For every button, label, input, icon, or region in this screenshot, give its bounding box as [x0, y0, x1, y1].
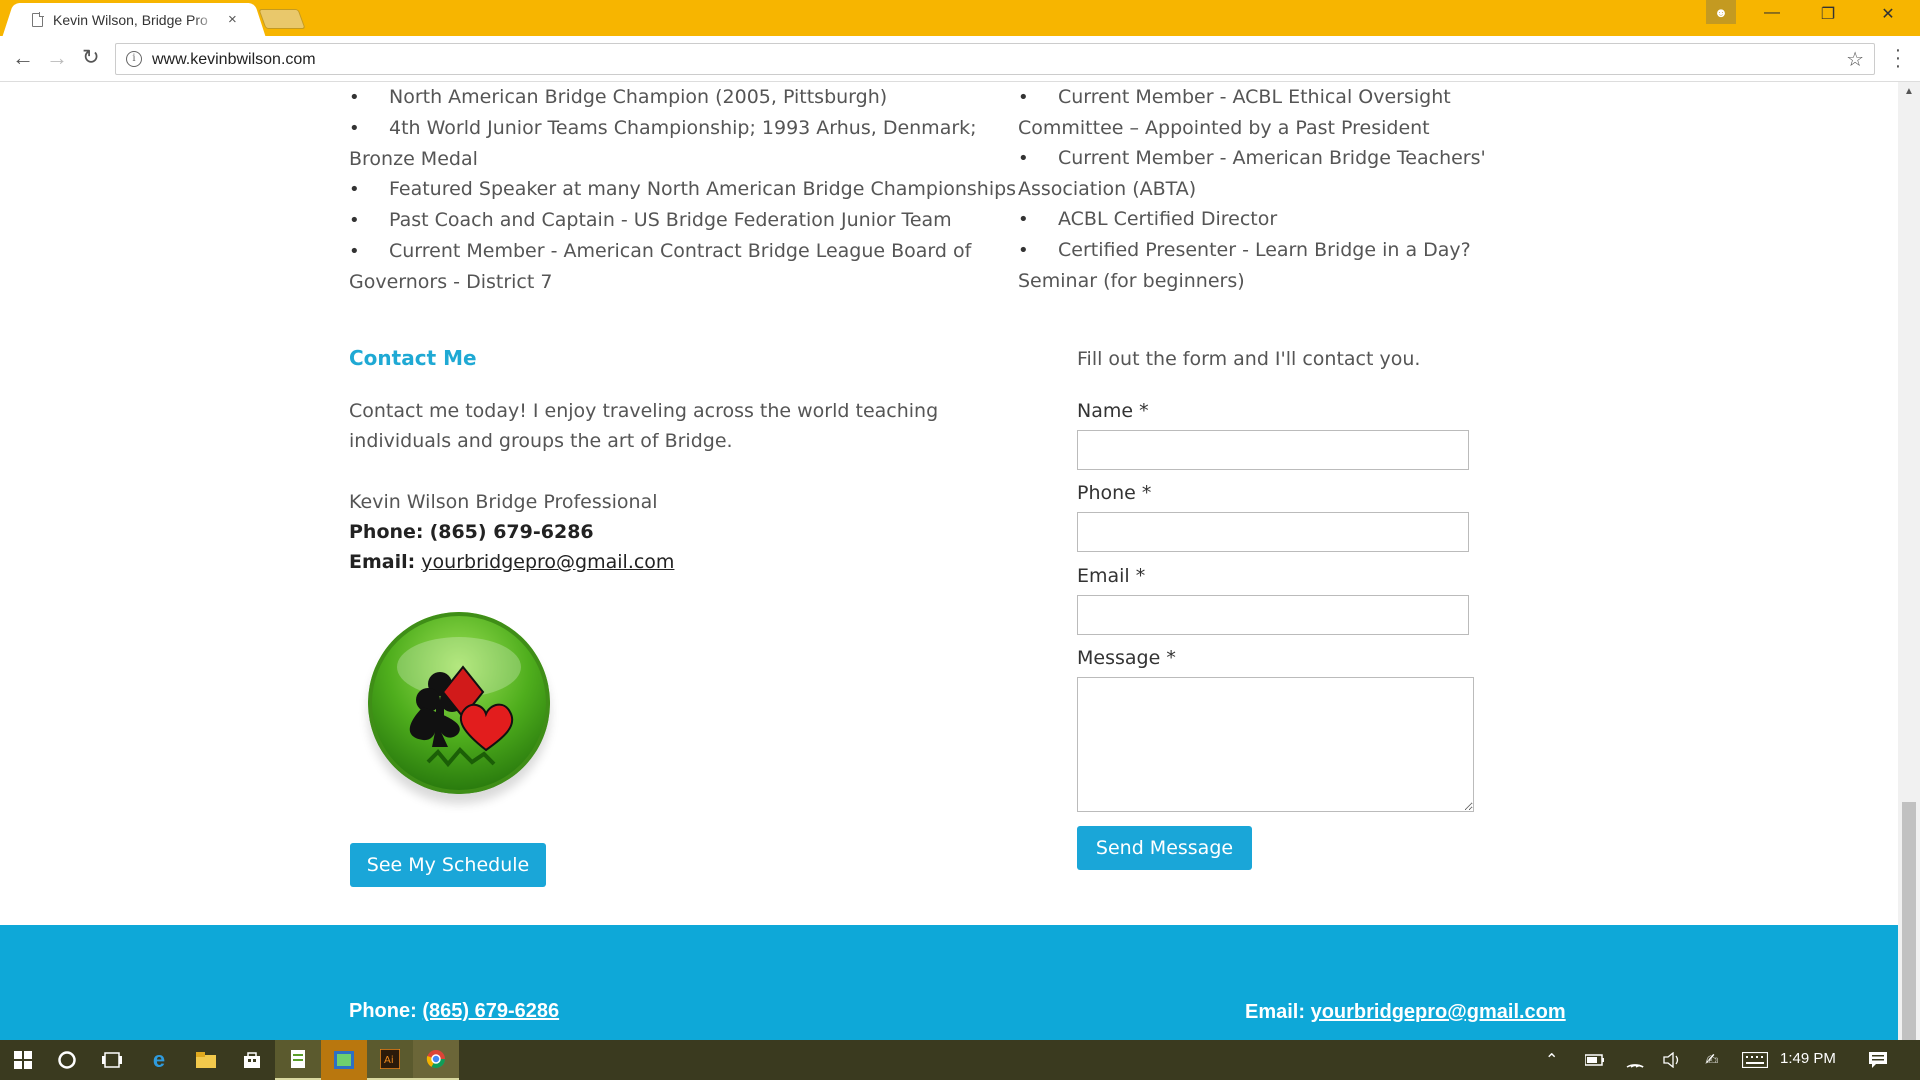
restore-icon[interactable]: ❐: [1808, 4, 1848, 24]
email-label: Email *: [1077, 565, 1146, 587]
list-item: • 4th World Junior Teams Championship; 19…: [349, 117, 977, 170]
notifications-icon[interactable]: [1868, 1040, 1888, 1080]
message-field[interactable]: [1077, 677, 1474, 812]
start-icon[interactable]: [0, 1040, 46, 1080]
list-item: • ACBL Certified Director: [1018, 208, 1278, 230]
page-content: • North American Bridge Champion (2005, P…: [0, 82, 1898, 1040]
contact-email: Email: yourbridgepro@gmail.com: [349, 551, 675, 573]
name-label: Name *: [1077, 400, 1149, 422]
footer-phone: Phone: (865) 679-6286: [349, 1000, 560, 1022]
reload-icon[interactable]: ↻: [82, 45, 100, 70]
task-view-icon[interactable]: [89, 1040, 135, 1080]
footer-phone-link[interactable]: (865) 679-6286: [422, 1000, 559, 1022]
back-icon[interactable]: ←: [12, 45, 34, 71]
browser-tab-strip: Kevin Wilson, Bridge Pro × ☻ — ❐ ✕: [0, 0, 1920, 36]
contact-info: Kevin Wilson Bridge Professional Phone: …: [349, 487, 674, 577]
pen-icon[interactable]: ✍: [1705, 1040, 1718, 1080]
footer-email: Email: yourbridgepro@gmail.com: [1245, 1001, 1566, 1023]
browser-menu-icon[interactable]: · · ·: [1893, 40, 1903, 76]
windows-taskbar: e Ai ⌃ ✍ 1:49 PM: [0, 1040, 1920, 1080]
illustrator-icon[interactable]: Ai: [367, 1040, 413, 1080]
tab-close-icon[interactable]: ×: [228, 11, 237, 28]
volume-icon[interactable]: [1663, 1040, 1683, 1080]
clock[interactable]: 1:49 PM: [1780, 1050, 1836, 1067]
address-bar[interactable]: i www.kevinbwilson.com ☆: [115, 43, 1875, 75]
bridge-logo: [368, 612, 550, 794]
contact-phone: Phone: (865) 679-6286: [349, 521, 594, 543]
message-label: Message *: [1077, 647, 1176, 669]
notepad-icon[interactable]: [275, 1040, 321, 1080]
scroll-up-icon[interactable]: ▲: [1904, 86, 1914, 97]
send-message-button[interactable]: Send Message: [1077, 826, 1252, 870]
email-field[interactable]: [1077, 595, 1469, 635]
keyboard-icon[interactable]: [1742, 1040, 1768, 1080]
phone-field[interactable]: [1077, 512, 1469, 552]
edge-icon[interactable]: e: [136, 1040, 182, 1080]
minimize-icon[interactable]: —: [1752, 4, 1792, 22]
search-icon[interactable]: [44, 1040, 90, 1080]
wifi-icon[interactable]: [1626, 1040, 1644, 1080]
photos-app-icon[interactable]: [321, 1040, 367, 1080]
page-icon: [32, 12, 44, 27]
info-icon[interactable]: i: [126, 51, 142, 67]
list-item: • Current Member - American Bridge Teache…: [1018, 147, 1486, 200]
close-window-icon[interactable]: ✕: [1868, 4, 1908, 24]
achievements-list-left: • North American Bridge Champion (2005, P…: [349, 82, 1019, 297]
list-item: • Featured Speaker at many North American…: [349, 178, 1017, 200]
list-item: • North American Bridge Champion (2005, P…: [349, 86, 888, 108]
store-icon[interactable]: [229, 1040, 275, 1080]
achievements-list-right: • Current Member - ACBL Ethical Oversight…: [1018, 82, 1508, 296]
svg-text:Ai: Ai: [384, 1055, 394, 1066]
browser-tab[interactable]: Kevin Wilson, Bridge Pro ×: [16, 3, 252, 36]
list-item: • Current Member - ACBL Ethical Oversight…: [1018, 86, 1451, 139]
contact-email-link[interactable]: yourbridgepro@gmail.com: [421, 551, 674, 573]
footer-email-link[interactable]: yourbridgepro@gmail.com: [1311, 1001, 1566, 1023]
name-field[interactable]: [1077, 430, 1469, 470]
business-name: Kevin Wilson Bridge Professional: [349, 491, 658, 513]
forward-icon[interactable]: →: [46, 45, 68, 71]
phone-label: Phone *: [1077, 482, 1152, 504]
scroll-thumb[interactable]: [1902, 802, 1916, 1040]
see-schedule-button[interactable]: See My Schedule: [350, 843, 546, 887]
list-item: • Current Member - American Contract Brid…: [349, 240, 972, 293]
profile-icon[interactable]: ☻: [1706, 0, 1736, 24]
tab-title: Kevin Wilson, Bridge Pro: [53, 11, 208, 28]
file-explorer-icon[interactable]: [183, 1040, 229, 1080]
new-tab-button[interactable]: [258, 9, 306, 29]
form-intro: Fill out the form and I'll contact you.: [1077, 348, 1421, 370]
url-text[interactable]: www.kevinbwilson.com: [152, 51, 316, 69]
chrome-icon[interactable]: [413, 1040, 459, 1080]
battery-icon[interactable]: [1585, 1040, 1605, 1080]
contact-heading: Contact Me: [349, 346, 477, 370]
list-item: • Past Coach and Captain - US Bridge Fede…: [349, 209, 952, 231]
tray-chevron-icon[interactable]: ⌃: [1545, 1040, 1558, 1080]
page-scrollbar[interactable]: ▲: [1898, 82, 1920, 1042]
browser-toolbar: ← → ↻ i www.kevinbwilson.com ☆ · · ·: [0, 36, 1920, 82]
list-item: • Certified Presenter - Learn Bridge in a…: [1018, 239, 1471, 292]
bookmark-star-icon[interactable]: ☆: [1846, 47, 1864, 72]
footer: Phone: (865) 679-6286 Email: yourbridgep…: [0, 925, 1898, 1040]
contact-intro: Contact me today! I enjoy traveling acro…: [349, 400, 939, 452]
